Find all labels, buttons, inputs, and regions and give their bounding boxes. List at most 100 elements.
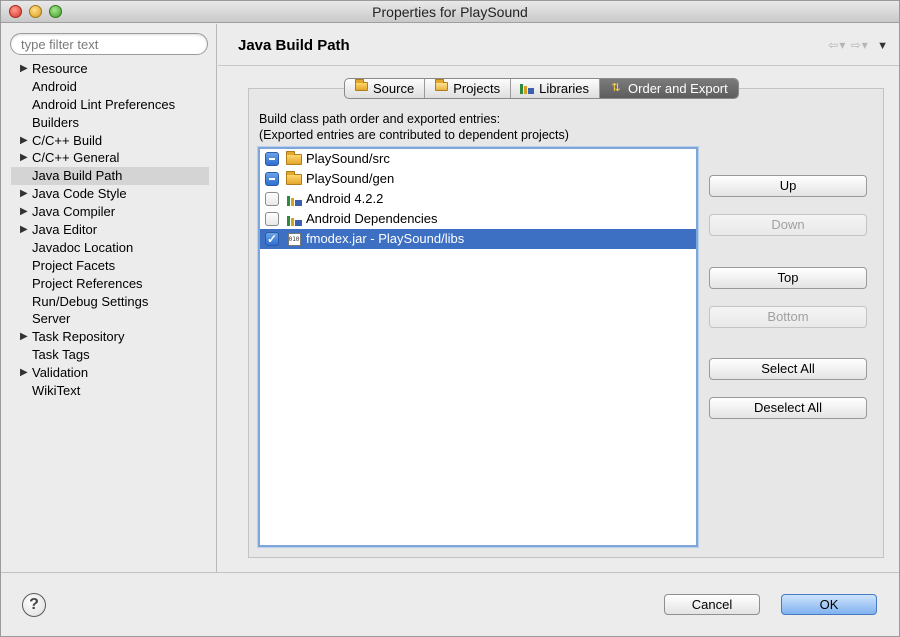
- tree-item-javadoc-location[interactable]: Javadoc Location: [11, 239, 209, 257]
- expand-arrow-icon[interactable]: ▶: [20, 185, 28, 203]
- tree-item-server[interactable]: Server: [11, 310, 209, 328]
- description-line-1: Build class path order and exported entr…: [259, 112, 501, 126]
- expand-arrow-icon[interactable]: ▶: [20, 132, 28, 150]
- tree-item-android[interactable]: Android: [11, 78, 209, 96]
- tree-item-label: C/C++ Build: [32, 132, 103, 148]
- projects-folder-icon: [433, 79, 449, 95]
- classpath-entry-label: Android Dependencies: [306, 211, 438, 226]
- classpath-entry[interactable]: ✓ 010 fmodex.jar - PlaySound/libs: [260, 229, 696, 249]
- tree-item-label: Validation: [32, 365, 89, 381]
- libraries-icon: [519, 82, 535, 95]
- view-menu-icon[interactable]: ▼: [877, 40, 889, 52]
- expand-arrow-icon[interactable]: ▶: [20, 60, 28, 78]
- cancel-button[interactable]: Cancel: [664, 594, 760, 615]
- deselect-all-button[interactable]: Deselect All: [709, 397, 867, 419]
- tab-projects-label: Projects: [453, 81, 501, 96]
- tab-bar: Source Projects Libraries ⇅ Order and Ex…: [344, 78, 739, 99]
- page-title: Java Build Path: [238, 37, 350, 54]
- source-folder-icon: [285, 170, 303, 186]
- tree-item-resource[interactable]: ▶ Resource: [11, 60, 209, 78]
- classpath-entries-list[interactable]: PlaySound/src PlaySound/gen Android 4.2.2 A…: [258, 147, 698, 547]
- tree-item-task-tags[interactable]: Task Tags: [11, 346, 209, 364]
- expand-arrow-icon[interactable]: ▶: [20, 149, 28, 167]
- up-button[interactable]: Up: [709, 175, 867, 197]
- property-page-tree: ▶ Resource Android Android Lint Preferences…: [11, 60, 209, 400]
- tree-item-java-compiler[interactable]: ▶ Java Compiler: [11, 203, 209, 221]
- description-line-2: (Exported entries are contributed to dep…: [259, 128, 569, 142]
- tree-item-run-debug-settings[interactable]: Run/Debug Settings: [11, 293, 209, 311]
- tree-item-label: Run/Debug Settings: [32, 293, 149, 309]
- tree-item-android-lint-preferences[interactable]: Android Lint Preferences: [11, 96, 209, 114]
- expand-arrow-icon[interactable]: ▶: [20, 364, 28, 382]
- zoom-window-button[interactable]: [49, 5, 62, 18]
- tab-source[interactable]: Source: [345, 79, 426, 98]
- tree-item-validation[interactable]: ▶ Validation: [11, 364, 209, 382]
- classpath-entry[interactable]: PlaySound/gen: [260, 169, 696, 189]
- classpath-entry-label: PlaySound/gen: [306, 171, 395, 186]
- export-checkbox[interactable]: [265, 172, 279, 186]
- library-icon: [285, 192, 303, 206]
- tree-item-label: Java Compiler: [32, 204, 116, 220]
- top-button[interactable]: Top: [709, 267, 867, 289]
- minimize-window-button[interactable]: [29, 5, 42, 18]
- bottom-button: Bottom: [709, 306, 867, 328]
- filter-input[interactable]: [10, 33, 208, 55]
- expand-arrow-icon[interactable]: ▶: [20, 221, 28, 239]
- classpath-entry-label: Android 4.2.2: [306, 191, 384, 206]
- tree-item-builders[interactable]: Builders: [11, 114, 209, 132]
- export-checkbox[interactable]: [265, 152, 279, 166]
- forward-arrow-icon[interactable]: ⇨▾: [851, 38, 869, 52]
- tree-item-label: Resource: [32, 61, 88, 76]
- source-folder-icon: [353, 79, 369, 95]
- expand-arrow-icon[interactable]: ▶: [20, 203, 28, 221]
- tree-item-java-code-style[interactable]: ▶ Java Code Style: [11, 185, 209, 203]
- tree-item-label: Javadoc Location: [32, 239, 134, 255]
- tree-item-label: Project Facets: [32, 257, 116, 273]
- tree-item-project-facets[interactable]: Project Facets: [11, 257, 209, 275]
- tree-item-c-c-general[interactable]: ▶ C/C++ General: [11, 149, 209, 167]
- tree-item-wikitext[interactable]: WikiText: [11, 382, 209, 400]
- tab-libraries-label: Libraries: [539, 81, 590, 96]
- ok-button[interactable]: OK: [781, 594, 877, 615]
- tree-item-label: Builders: [32, 114, 79, 130]
- tree-item-java-build-path[interactable]: Java Build Path: [11, 167, 209, 186]
- order-export-panel: Build class path order and exported entr…: [248, 88, 884, 558]
- close-window-button[interactable]: [9, 5, 22, 18]
- expand-arrow-icon[interactable]: ▶: [20, 328, 28, 346]
- jar-icon: 010: [285, 232, 303, 246]
- tab-projects[interactable]: Projects: [425, 79, 512, 98]
- order-export-icon: ⇅: [611, 82, 621, 94]
- help-icon[interactable]: ?: [22, 593, 46, 617]
- classpath-entry-label: fmodex.jar - PlaySound/libs: [306, 231, 465, 246]
- tree-item-project-references[interactable]: Project References: [11, 275, 209, 293]
- export-checkbox[interactable]: [265, 212, 279, 226]
- tab-libraries[interactable]: Libraries: [511, 79, 601, 98]
- source-folder-icon: [285, 150, 303, 166]
- tree-item-label: Java Code Style: [32, 186, 127, 202]
- down-button: Down: [709, 214, 867, 236]
- tree-item-label: Server: [32, 311, 71, 327]
- tree-item-task-repository[interactable]: ▶ Task Repository: [11, 328, 209, 346]
- java-build-path-page: Java Build Path ⇦▾ ⇨▾ ▼ Source Projects …: [218, 24, 899, 572]
- window-title: Properties for PlaySound: [372, 4, 528, 20]
- export-checkbox[interactable]: [265, 192, 279, 206]
- panel-description: Build class path order and exported entr…: [259, 111, 569, 143]
- tree-item-c-c-build[interactable]: ▶ C/C++ Build: [11, 132, 209, 150]
- tree-item-java-editor[interactable]: ▶ Java Editor: [11, 221, 209, 239]
- tree-item-label: Task Tags: [32, 347, 90, 363]
- back-arrow-icon[interactable]: ⇦▾: [828, 38, 846, 52]
- export-checkbox[interactable]: ✓: [265, 232, 279, 246]
- select-all-button[interactable]: Select All: [709, 358, 867, 380]
- tree-item-label: Android: [32, 78, 77, 94]
- tree-item-label: WikiText: [32, 383, 81, 399]
- tree-item-label: Android Lint Preferences: [32, 96, 176, 112]
- library-icon: [285, 212, 303, 226]
- property-pages-pane: ▶ Resource Android Android Lint Preferences…: [1, 24, 217, 572]
- properties-dialog: Properties for PlaySound ▶ Resource Androi…: [0, 0, 900, 637]
- tree-item-label: C/C++ General: [32, 150, 120, 166]
- classpath-entry[interactable]: Android 4.2.2: [260, 189, 696, 209]
- page-navigation: ⇦▾ ⇨▾ ▼: [828, 38, 889, 52]
- tab-order-and-export[interactable]: ⇅ Order and Export: [600, 79, 738, 98]
- classpath-entry[interactable]: Android Dependencies: [260, 209, 696, 229]
- classpath-entry[interactable]: PlaySound/src: [260, 149, 696, 169]
